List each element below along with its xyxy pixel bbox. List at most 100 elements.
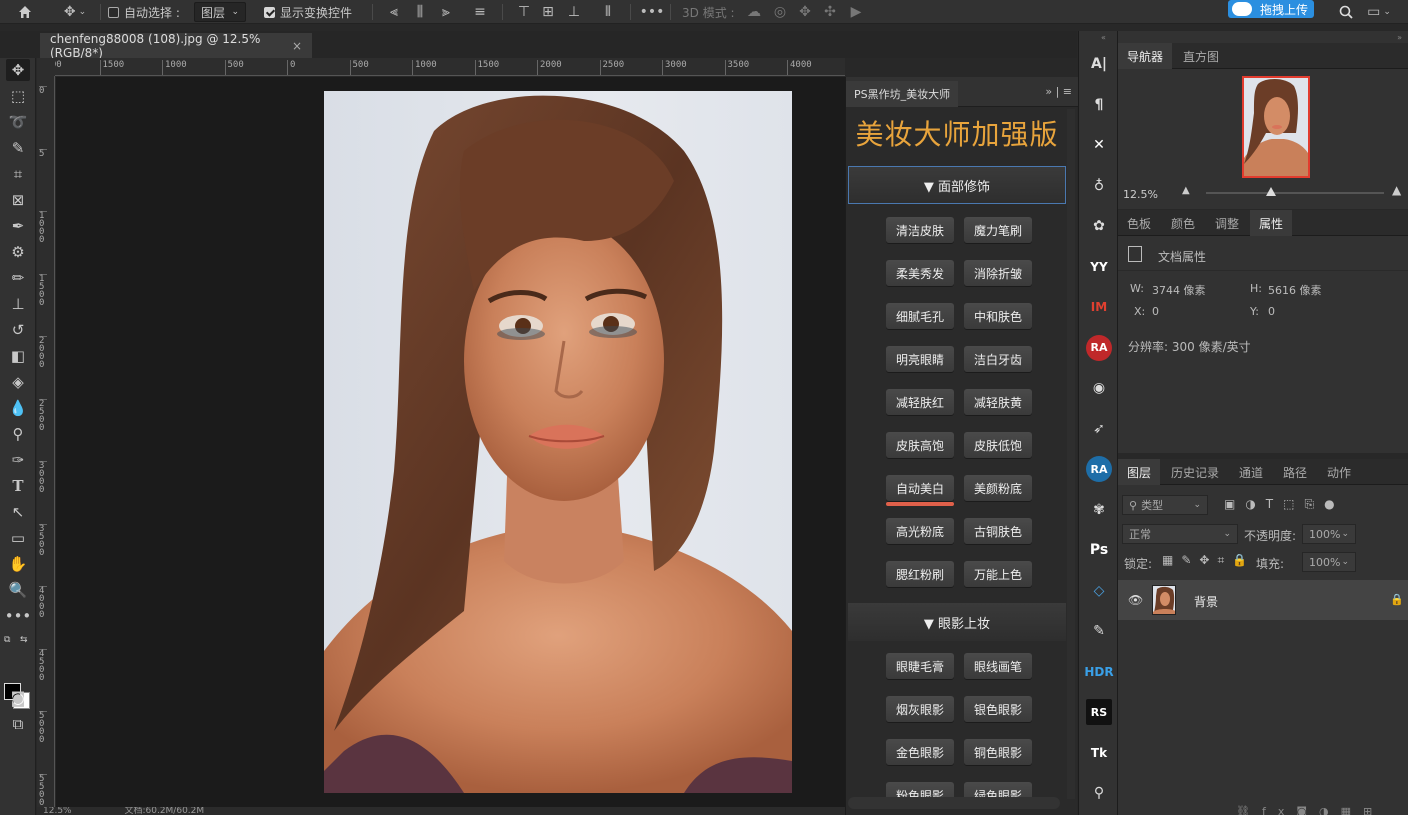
navigator-thumbnail[interactable] [1242, 76, 1310, 178]
align-bottom-icon[interactable]: ⊥ [564, 0, 584, 24]
align-hcenter-icon[interactable]: ⫼ [410, 0, 430, 24]
layer-filter-icons[interactable]: ▣◑T⬚⎘● [1224, 497, 1345, 512]
lasso-tool-icon[interactable]: ➰ [6, 111, 30, 133]
makeup-action-button[interactable]: 烟灰眼影 [886, 696, 954, 722]
section-eye-shadow[interactable]: ▼ 眼影上妆 [848, 603, 1066, 641]
makeup-action-button[interactable]: 金色眼影 [886, 739, 954, 765]
plugin-tab[interactable]: PS黑作坊_美妆大师 [846, 81, 959, 107]
move-tool-preset-icon[interactable]: ✥ ⌄ [58, 0, 92, 24]
3d-pan-icon[interactable]: ✥ [795, 0, 815, 24]
makeup-action-button[interactable]: 皮肤低饱 [964, 432, 1032, 458]
dodge-tool-icon[interactable]: ⚲ [6, 423, 30, 445]
diamond-icon[interactable]: ◇ [1086, 578, 1112, 604]
tab-histogram[interactable]: 直方图 [1174, 43, 1228, 69]
tools-cross-icon[interactable]: ✕ [1086, 132, 1112, 158]
rs-icon[interactable]: RS [1086, 699, 1112, 725]
lock-icons[interactable]: ▦✎✥⌗🔒 [1162, 553, 1255, 568]
makeup-action-button[interactable]: 皮肤高饱 [886, 432, 954, 458]
mascot-icon[interactable]: ✾ [1086, 497, 1112, 523]
swap-colors-icon[interactable]: ⇆ [20, 635, 28, 645]
character-icon[interactable]: A| [1086, 51, 1112, 77]
blur-tool-icon[interactable]: 💧 [6, 397, 30, 419]
distribute-horizontal-icon[interactable]: ⦀ [598, 0, 618, 24]
makeup-action-button[interactable]: 铜色眼影 [964, 739, 1032, 765]
pen-tool-icon[interactable]: ✑ [6, 449, 30, 471]
makeup-action-button[interactable]: 腮红粉刷 [886, 561, 954, 587]
ra-plugin-icon[interactable]: RA [1086, 456, 1112, 482]
makeup-action-button[interactable]: 明亮眼睛 [886, 346, 954, 372]
rectangle-tool-icon[interactable]: ▭ [6, 527, 30, 549]
fill-input[interactable]: 100% ⌄ [1302, 552, 1356, 572]
hand-tool-icon[interactable]: ✋ [6, 553, 30, 575]
makeup-action-button[interactable]: 美颜粉底 [964, 475, 1032, 501]
healing-brush-icon[interactable]: ⚙ [6, 241, 30, 263]
makeup-action-button[interactable]: 消除折皱 [964, 260, 1032, 286]
frame-tool-icon[interactable]: ⊠ [6, 189, 30, 211]
align-right-icon[interactable]: ⫸ [436, 0, 456, 24]
close-tab-icon[interactable]: × [292, 39, 302, 53]
show-transform-checkbox[interactable]: 显示变换控件 [264, 0, 352, 24]
align-top-icon[interactable]: ⊤ [514, 0, 534, 24]
makeup-action-button[interactable]: 减轻肤黄 [964, 389, 1032, 415]
ra-plugin-icon[interactable]: RA [1086, 334, 1112, 361]
workspace-icon[interactable]: ▭ ⌄ [1364, 0, 1394, 24]
navigator-zoom-value[interactable]: 12.5% [1123, 188, 1158, 201]
tab-paths[interactable]: 路径 [1274, 459, 1316, 485]
panel-menu-icon[interactable]: » | ≡ [1045, 85, 1072, 98]
zoom-in-icon[interactable]: ▲ [1392, 183, 1401, 197]
marquee-tool-icon[interactable]: ⬚ [6, 85, 30, 107]
tab-channels[interactable]: 通道 [1230, 459, 1272, 485]
more-tools-icon[interactable]: ••• [5, 605, 32, 627]
3d-orbit-icon[interactable]: ☁ [744, 0, 764, 24]
ps-plugin-icon[interactable]: Ps [1086, 537, 1112, 563]
3d-slide-icon[interactable]: ✣ [820, 0, 840, 24]
tab-adjustments[interactable]: 调整 [1206, 210, 1248, 236]
makeup-icon[interactable]: ✿ [1086, 213, 1112, 239]
history-brush-icon[interactable]: ↺ [6, 319, 30, 341]
collapse-panels-icon[interactable]: » [1397, 33, 1402, 42]
paint-bucket-icon[interactable]: ◈ [6, 371, 30, 393]
tab-navigator[interactable]: 导航器 [1118, 43, 1173, 69]
opacity-input[interactable]: 100% ⌄ [1302, 524, 1356, 544]
makeup-action-button[interactable]: 自动美白 [886, 475, 954, 506]
auto-select-target-dropdown[interactable]: 图层 ⌄ [194, 2, 246, 22]
search-icon[interactable] [1336, 0, 1356, 24]
quick-select-tool-icon[interactable]: ✎ [6, 137, 30, 159]
zoom-slider-handle[interactable] [1266, 187, 1276, 196]
drag-upload-button[interactable]: 拖拽上传 [1228, 0, 1315, 18]
paragraph-icon[interactable]: ¶ [1086, 92, 1112, 118]
makeup-action-button[interactable]: 魔力笔刷 [964, 217, 1032, 243]
brush-preset-icon[interactable]: ♁ [1086, 173, 1112, 199]
makeup-action-button[interactable]: 银色眼影 [964, 696, 1032, 722]
crop-tool-icon[interactable]: ⌗ [6, 163, 30, 185]
zoom-slider[interactable] [1206, 187, 1384, 196]
screen-mode-icon[interactable]: ⧉ [6, 713, 30, 735]
tab-properties[interactable]: 属性 [1250, 210, 1293, 236]
visibility-eye-icon[interactable]: 👁 [1128, 593, 1143, 607]
search-person-icon[interactable]: ⚲ [1086, 780, 1112, 806]
layer-footer-icons[interactable]: ⛓fx◙◑▦⊞🗑 [1236, 805, 1408, 815]
zoom-tool-icon[interactable]: 🔍 [6, 579, 30, 601]
distribute-vertical-icon[interactable]: ≡ [470, 0, 490, 24]
makeup-action-button[interactable]: 高光粉底 [886, 518, 954, 544]
more-options-icon[interactable]: ••• [640, 0, 665, 24]
portrait-photo[interactable] [324, 91, 792, 793]
blend-mode-dropdown[interactable]: 正常 ⌄ [1122, 524, 1238, 544]
plugin-horizontal-scrollbar[interactable] [848, 797, 1060, 809]
tab-swatches[interactable]: 色板 [1118, 210, 1160, 236]
plugin-scrollbar[interactable] [1067, 109, 1075, 799]
makeup-action-button[interactable]: 柔美秀发 [886, 260, 954, 286]
makeup-action-button[interactable]: 洁白牙齿 [964, 346, 1032, 372]
bird-icon[interactable]: ➶ [1086, 416, 1112, 442]
tab-history[interactable]: 历史记录 [1162, 459, 1228, 485]
brush-tool-icon[interactable]: ✏ [6, 267, 30, 289]
tab-color[interactable]: 颜色 [1162, 210, 1204, 236]
home-icon[interactable] [14, 0, 36, 24]
yy-plugin-icon[interactable]: YY [1086, 254, 1112, 280]
layer-name[interactable]: 背景 [1194, 593, 1218, 610]
stamp-tool-icon[interactable]: ⊥ [6, 293, 30, 315]
makeup-action-button[interactable]: 细腻毛孔 [886, 303, 954, 329]
makeup-action-button[interactable]: 古铜肤色 [964, 518, 1032, 544]
im-plugin-icon[interactable]: IM [1086, 294, 1112, 320]
collapse-icon[interactable]: « [1101, 33, 1106, 42]
